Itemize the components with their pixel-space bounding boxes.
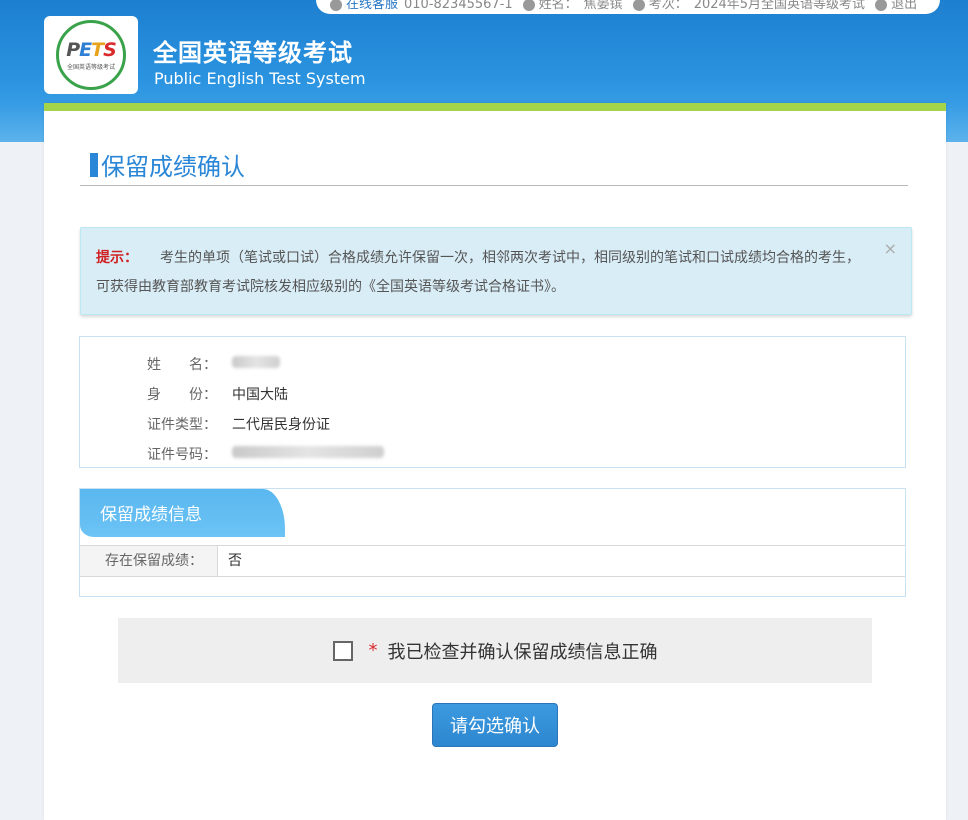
- confirm-checkbox[interactable]: [332, 640, 353, 661]
- info-label: 证件类型：: [147, 417, 217, 433]
- logo-caption: 全国英语等级考试: [66, 64, 115, 71]
- info-row-identity: 身 份： 中国大陆: [80, 379, 905, 409]
- retained-score-panel: 保留成绩信息 存在保留成绩： 否: [79, 488, 906, 597]
- score-section-tab: 保留成绩信息: [80, 489, 285, 537]
- logout-link[interactable]: 退出: [891, 0, 917, 12]
- exam-value: 2024年5月全国英语等级考试: [693, 0, 866, 12]
- exam-label: 考次：: [648, 0, 688, 12]
- confirm-text[interactable]: 我已检查并确认保留成绩信息正确: [388, 638, 658, 664]
- candidate-info-panel: 姓 名： 身 份： 中国大陆 证件类型： 二代居民身份证 证件号码：: [79, 336, 906, 468]
- score-row: 存在保留成绩： 否: [80, 545, 905, 577]
- info-row-id-type: 证件类型： 二代居民身份证: [80, 409, 905, 439]
- user-icon: [330, 0, 342, 11]
- confirm-button[interactable]: 请勾选确认: [432, 703, 558, 747]
- logout-icon: [875, 0, 888, 11]
- logo-emblem: PETS 全国英语等级考试: [56, 20, 126, 90]
- page-title: 保留成绩确认: [90, 147, 245, 182]
- info-row-id-number: 证件号码：: [80, 439, 905, 469]
- info-label: 姓 名：: [147, 357, 217, 373]
- tip-alert: × 提示： 考生的单项（笔试或口试）合格成绩允许保留一次，相邻两次考试中，相同级别…: [80, 227, 912, 315]
- site-subtitle: Public English Test System: [154, 69, 366, 88]
- info-row-name: 姓 名：: [80, 349, 905, 379]
- site-title: 全国英语等级考试: [153, 39, 353, 67]
- title-divider: [80, 185, 908, 186]
- exam-icon: [632, 0, 645, 11]
- info-label: 证件号码：: [147, 447, 217, 463]
- main-card: 保留成绩确认 × 提示： 考生的单项（笔试或口试）合格成绩允许保留一次，相邻两次考…: [44, 103, 946, 820]
- info-value: 中国大陆: [232, 387, 288, 403]
- pets-logo[interactable]: PETS 全国英语等级考试: [44, 16, 138, 94]
- score-row-label: 存在保留成绩：: [80, 546, 218, 576]
- info-value-name-blurred: [232, 356, 280, 372]
- name-label: 姓名：: [538, 0, 578, 12]
- name-value: 焦晏镔: [583, 0, 623, 12]
- required-asterisk: *: [368, 640, 378, 661]
- info-value: 二代居民身份证: [232, 417, 330, 433]
- info-label: 身 份：: [147, 387, 217, 403]
- online-service-link[interactable]: 在线客服: [346, 0, 398, 12]
- person-icon: [522, 0, 535, 11]
- confirm-area: * 我已检查并确认保留成绩信息正确: [118, 618, 872, 683]
- info-value-id-blurred: [232, 446, 384, 462]
- top-user-bar: 在线客服 010-82345567-1 姓名： 焦晏镔 考次： 2024年5月全…: [316, 0, 940, 14]
- service-phone: 010-82345567-1: [404, 0, 513, 12]
- alert-text: 考生的单项（笔试或口试）合格成绩允许保留一次，相邻两次考试中，相同级别的笔试和口…: [96, 250, 860, 295]
- score-row-value: 否: [228, 553, 242, 569]
- alert-label: 提示：: [96, 250, 138, 266]
- close-icon[interactable]: ×: [884, 234, 897, 263]
- page-title-text: 保留成绩确认: [101, 153, 245, 181]
- logo-letters: PETS: [66, 39, 117, 61]
- title-accent-bar: [90, 152, 98, 177]
